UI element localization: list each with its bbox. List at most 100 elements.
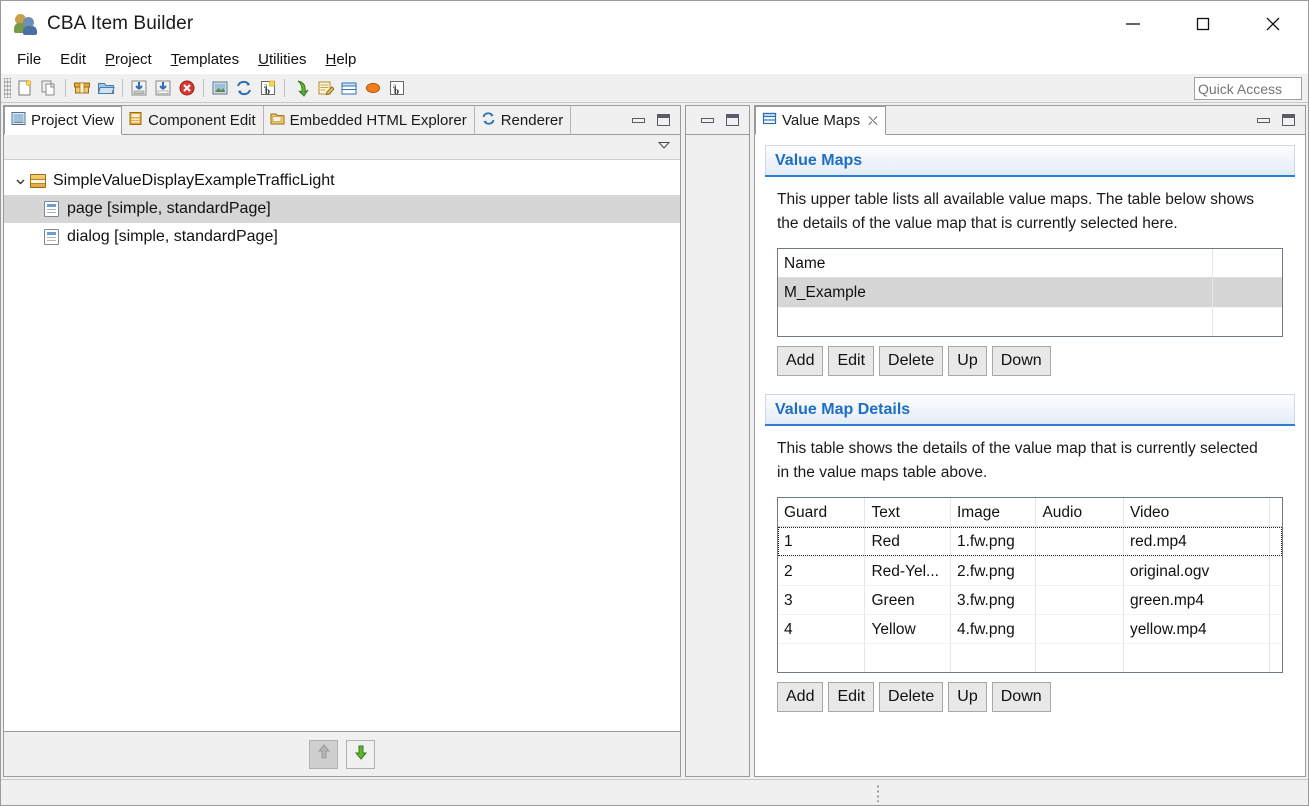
value-maps-buttons: Add Edit Delete Up Down [765,337,1295,376]
quick-access-input[interactable] [1194,77,1302,100]
table-row[interactable] [778,307,1282,336]
refresh-icon[interactable] [233,76,255,100]
open-archive-icon[interactable] [71,76,93,100]
close-button[interactable] [1238,1,1308,47]
cell-audio [1036,556,1124,585]
tab-embedded-html-explorer[interactable]: Embedded HTML Explorer [263,106,475,134]
delete-button[interactable]: Delete [879,346,944,376]
menu-templates[interactable]: Templates [162,48,248,72]
column-header-image[interactable]: Image [950,498,1037,527]
up-button[interactable]: Up [948,346,987,376]
cell-text: Green [865,585,951,614]
column-header-blank[interactable] [1213,249,1282,278]
tab-project-view[interactable]: Project View [4,106,123,135]
move-up-button[interactable] [309,739,338,769]
cell-image: 2.fw.png [950,556,1037,585]
toolbar-separator [65,79,66,97]
empty-part-tab-bar [686,106,749,135]
maximize-part-icon[interactable] [726,114,739,126]
tab-renderer[interactable]: Renderer [474,106,572,134]
edit-button[interactable]: Edit [828,346,875,376]
delete-error-icon[interactable] [176,76,198,100]
section-title: Value Maps [775,151,863,169]
text-variable-b-icon[interactable]: a b [386,76,408,100]
status-bar [1,779,1308,805]
tab-label: Renderer [500,111,564,129]
tree-item-project[interactable]: SimpleValueDisplayExampleTrafficLight [4,167,680,195]
ellipse-icon[interactable] [362,76,384,100]
empty-part-controls [695,106,749,134]
import-icon[interactable] [128,76,150,100]
down-button[interactable]: Down [991,346,1051,376]
column-header-audio[interactable]: Audio [1036,498,1124,527]
chevron-down-icon[interactable] [12,173,28,189]
menu-help[interactable]: Help [316,48,365,72]
copy-file-icon[interactable] [38,76,60,100]
value-maps-description: This upper table lists all available val… [777,191,1255,232]
table-row[interactable]: 1 Red 1.fw.png red.mp4 [778,527,1282,556]
toolbar-grip[interactable] [4,78,11,98]
add-button[interactable]: Add [777,346,824,376]
application-window: CBA Item Builder File Edit Project Templ… [0,0,1309,806]
maximize-part-icon[interactable] [1282,114,1295,126]
component-edit-icon [128,111,143,130]
cell-end [1270,585,1282,614]
column-header-text[interactable]: Text [865,498,951,527]
minimize-part-icon[interactable] [701,117,714,123]
table-row[interactable] [778,643,1282,672]
minimize-part-icon[interactable] [1257,117,1270,123]
green-arrow-down-icon[interactable] [290,76,312,100]
project-tree[interactable]: SimpleValueDisplayExampleTrafficLight pa… [4,160,680,251]
tree-item-page[interactable]: page [simple, standardPage] [4,195,680,223]
green-arrow-down-icon [352,743,370,766]
value-map-details-buttons: Add Edit Delete Up Down [765,673,1295,712]
tab-value-maps[interactable]: Value Maps ⛌ [755,106,886,135]
maximize-part-icon[interactable] [657,114,670,126]
minimize-part-icon[interactable] [632,117,645,123]
menu-file[interactable]: File [8,48,50,72]
down-button[interactable]: Down [991,682,1051,712]
import-page-icon[interactable] [152,76,174,100]
tab-component-edit[interactable]: Component Edit [122,106,264,134]
delete-button[interactable]: Delete [879,682,944,712]
cell-video [1123,643,1270,672]
view-menu-icon[interactable] [656,138,672,156]
column-header-guard[interactable]: Guard [778,498,866,527]
value-map-details-table[interactable]: Guard Text Image Audio Video 1 Red 1.fw.… [777,497,1283,673]
up-button[interactable]: Up [948,682,987,712]
menu-project[interactable]: Project [96,48,161,72]
cell-end [1270,643,1282,672]
project-view-footer [4,731,680,776]
edit-note-icon[interactable] [314,76,336,100]
menu-utilities[interactable]: Utilities [249,48,315,72]
table-icon[interactable] [338,76,360,100]
cell-audio [1036,527,1124,556]
column-header-name[interactable]: Name [778,249,1214,278]
table-row[interactable]: 2 Red-Yel... 2.fw.png original.ogv [778,556,1282,585]
add-button[interactable]: Add [777,682,824,712]
maximize-button[interactable] [1168,1,1238,47]
cell-image [950,643,1037,672]
project-view-body: SimpleValueDisplayExampleTrafficLight pa… [4,135,680,731]
open-folder-icon[interactable] [95,76,117,100]
cell-guard [778,643,866,672]
value-maps-table[interactable]: Name M_Example [777,248,1283,337]
text-variable-icon[interactable]: a b [257,76,279,100]
table-row[interactable]: 3 Green 3.fw.png green.mp4 [778,585,1282,614]
table-row[interactable]: M_Example [778,278,1282,307]
new-file-icon[interactable] [14,76,36,100]
status-bar-grip[interactable] [876,784,881,802]
table-row[interactable]: 4 Yellow 4.fw.png yellow.mp4 [778,614,1282,643]
cell-text: Red [865,527,951,556]
image-icon[interactable] [209,76,231,100]
table-header-row: Name [778,249,1282,278]
move-down-button[interactable] [346,739,375,769]
close-tab-icon[interactable]: ⛌ [868,114,878,127]
tab-filler [886,106,1251,134]
menu-edit[interactable]: Edit [51,48,95,72]
cell-guard: 2 [778,556,866,585]
minimize-button[interactable] [1098,1,1168,47]
edit-button[interactable]: Edit [828,682,875,712]
tree-item-dialog[interactable]: dialog [simple, standardPage] [4,223,680,251]
column-header-video[interactable]: Video [1123,498,1270,527]
